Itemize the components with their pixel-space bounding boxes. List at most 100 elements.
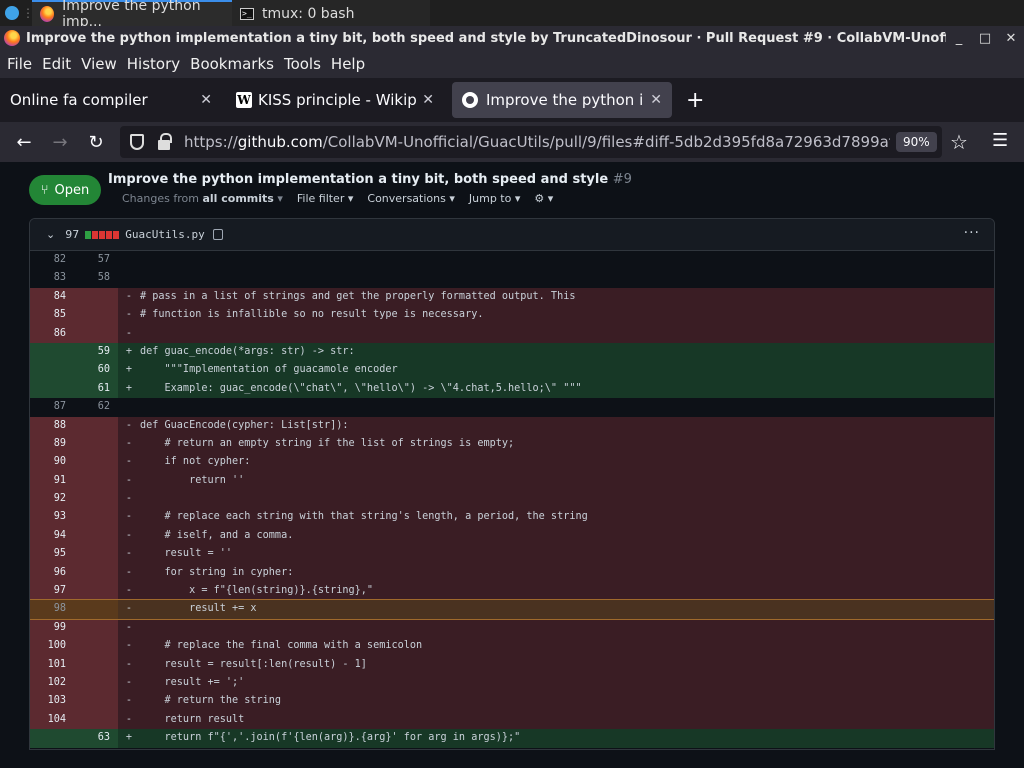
diff-new-line-number[interactable]	[74, 324, 118, 343]
diff-new-line-number[interactable]	[74, 508, 118, 527]
diff-old-line-number[interactable]: 91	[30, 471, 74, 491]
diff-new-line-number[interactable]	[74, 655, 118, 674]
forward-button[interactable]: →	[42, 132, 78, 153]
conversations-dropdown[interactable]: Conversations ▾	[367, 192, 455, 205]
diff-new-line-number[interactable]	[74, 692, 118, 711]
diff-old-line-number[interactable]: 100	[30, 637, 74, 656]
diff-row: 87 62	[30, 398, 994, 417]
zoom-level-badge[interactable]: 90%	[896, 132, 937, 152]
diff-row: 60 + """Implementation of guacamole encod…	[30, 361, 994, 380]
diff-old-line-number[interactable]	[30, 379, 74, 399]
diff-new-line-number[interactable]	[74, 526, 118, 546]
diff-new-line-number[interactable]: 58	[74, 269, 118, 288]
close-tab-icon[interactable]: ✕	[422, 92, 434, 108]
diff-code: result += ';'	[140, 676, 245, 688]
diff-new-line-number[interactable]	[74, 471, 118, 491]
diff-old-line-number[interactable]: 93	[30, 508, 74, 527]
menu-edit[interactable]: Edit	[38, 55, 75, 73]
diff-old-line-number[interactable]	[30, 342, 74, 362]
diff-old-line-number[interactable]: 102	[30, 673, 74, 693]
diff-old-line-number[interactable]: 87	[30, 398, 74, 417]
tab-pull-request[interactable]: Improve the python impl ✕	[452, 82, 672, 118]
diff-old-line-number[interactable]: 97	[30, 582, 74, 601]
diff-new-line-number[interactable]	[74, 710, 118, 730]
tab-online-fa-compiler[interactable]: Online fa compiler ✕	[0, 82, 222, 118]
collapse-chevron-icon[interactable]: ⌄	[46, 228, 55, 241]
lock-icon[interactable]	[158, 133, 172, 150]
tracking-protection-icon[interactable]	[130, 134, 144, 150]
close-tab-icon[interactable]: ✕	[200, 92, 212, 108]
diff-old-line-number[interactable]: 90	[30, 453, 74, 472]
diff-new-line-number[interactable]	[74, 453, 118, 472]
diff-old-line-number[interactable]	[30, 729, 74, 748]
jump-to-dropdown[interactable]: Jump to ▾	[469, 192, 520, 205]
diff-old-line-number[interactable]: 104	[30, 710, 74, 730]
diff-old-line-number[interactable]: 86	[30, 324, 74, 343]
diff-old-line-number[interactable]: 88	[30, 416, 74, 435]
diff-old-line-number[interactable]: 94	[30, 526, 74, 546]
diff-row: 63 + return f"{','.join(f'{len(arg)}.{arg…	[30, 729, 994, 748]
maximize-button[interactable]: □	[972, 31, 998, 46]
diff-new-line-number[interactable]: 63	[74, 729, 118, 748]
url-text[interactable]: https://github.com/CollabVM-Unofficial/G…	[184, 133, 890, 151]
diff-code: def GuacEncode(cypher: List[str]):	[140, 419, 349, 431]
back-button[interactable]: ←	[6, 132, 42, 153]
menu-file[interactable]: File	[3, 55, 36, 73]
bookmark-star-icon[interactable]: ☆	[950, 130, 968, 154]
taskbar-task-firefox[interactable]: Improve the python imp...	[32, 0, 232, 30]
diff-new-line-number[interactable]	[74, 600, 118, 619]
diff-old-line-number[interactable]: 99	[30, 618, 74, 638]
diff-new-line-number[interactable]: 61	[74, 379, 118, 399]
tab-kiss-principle[interactable]: W KISS principle - Wikipedia ✕	[226, 82, 444, 118]
diff-old-line-number[interactable]: 98	[30, 600, 74, 619]
menu-view[interactable]: View	[77, 55, 121, 73]
file-filter-dropdown[interactable]: File filter ▾	[297, 192, 354, 205]
diff-new-line-number[interactable]	[74, 618, 118, 638]
diff-old-line-number[interactable]: 89	[30, 434, 74, 454]
close-window-button[interactable]: ✕	[998, 31, 1024, 46]
diff-new-line-number[interactable]: 59	[74, 342, 118, 362]
diff-new-line-number[interactable]	[74, 582, 118, 601]
reload-button[interactable]: ↻	[78, 132, 114, 153]
diff-new-line-number[interactable]	[74, 563, 118, 583]
settings-gear-icon[interactable]: ⚙ ▾	[534, 192, 553, 205]
diff-new-line-number[interactable]	[74, 434, 118, 454]
minimize-button[interactable]: _	[946, 31, 972, 46]
diff-old-line-number[interactable]: 101	[30, 655, 74, 674]
diff-code: result = ''	[140, 548, 233, 560]
diff-new-line-number[interactable]	[74, 416, 118, 435]
diff-old-line-number[interactable]: 96	[30, 563, 74, 583]
diff-new-line-number[interactable]: 62	[74, 398, 118, 417]
diff-old-line-number[interactable]: 83	[30, 269, 74, 288]
diff-new-line-number[interactable]	[74, 490, 118, 509]
diff-new-line-number[interactable]	[74, 545, 118, 564]
menu-bookmarks[interactable]: Bookmarks	[186, 55, 278, 73]
system-menu-icon[interactable]	[0, 0, 24, 26]
file-options-icon[interactable]: ···	[964, 225, 980, 241]
diff-old-line-number[interactable]: 92	[30, 490, 74, 509]
menu-tools[interactable]: Tools	[280, 55, 325, 73]
diff-old-line-number[interactable]: 103	[30, 692, 74, 711]
diff-new-line-number[interactable]	[74, 637, 118, 656]
url-bar[interactable]: https://github.com/CollabVM-Unofficial/G…	[120, 126, 942, 158]
diff-old-line-number[interactable]: 95	[30, 545, 74, 564]
diff-old-line-number[interactable]: 84	[30, 287, 74, 307]
diff-new-line-number[interactable]: 60	[74, 361, 118, 380]
diff-new-line-number[interactable]	[74, 306, 118, 325]
diff-old-line-number[interactable]: 85	[30, 306, 74, 325]
diff-old-line-number[interactable]: 82	[30, 251, 74, 270]
hamburger-menu-icon[interactable]: ☰	[992, 130, 1008, 151]
menu-history[interactable]: History	[123, 55, 184, 73]
diff-old-line-number[interactable]	[30, 361, 74, 380]
taskbar-task-terminal[interactable]: >_ tmux: 0 bash	[232, 0, 430, 26]
close-tab-icon[interactable]: ✕	[650, 92, 662, 108]
menu-help[interactable]: Help	[327, 55, 369, 73]
file-name[interactable]: GuacUtils.py	[125, 228, 204, 241]
changes-from-dropdown[interactable]: Changes from all commits ▾	[122, 192, 283, 205]
copy-icon[interactable]	[212, 229, 223, 240]
new-tab-button[interactable]: +	[686, 88, 704, 113]
diff-new-line-number[interactable]	[74, 287, 118, 307]
diff-new-line-number[interactable]: 57	[74, 251, 118, 270]
pull-request-icon: ⑂	[40, 182, 49, 198]
diff-new-line-number[interactable]	[74, 673, 118, 693]
